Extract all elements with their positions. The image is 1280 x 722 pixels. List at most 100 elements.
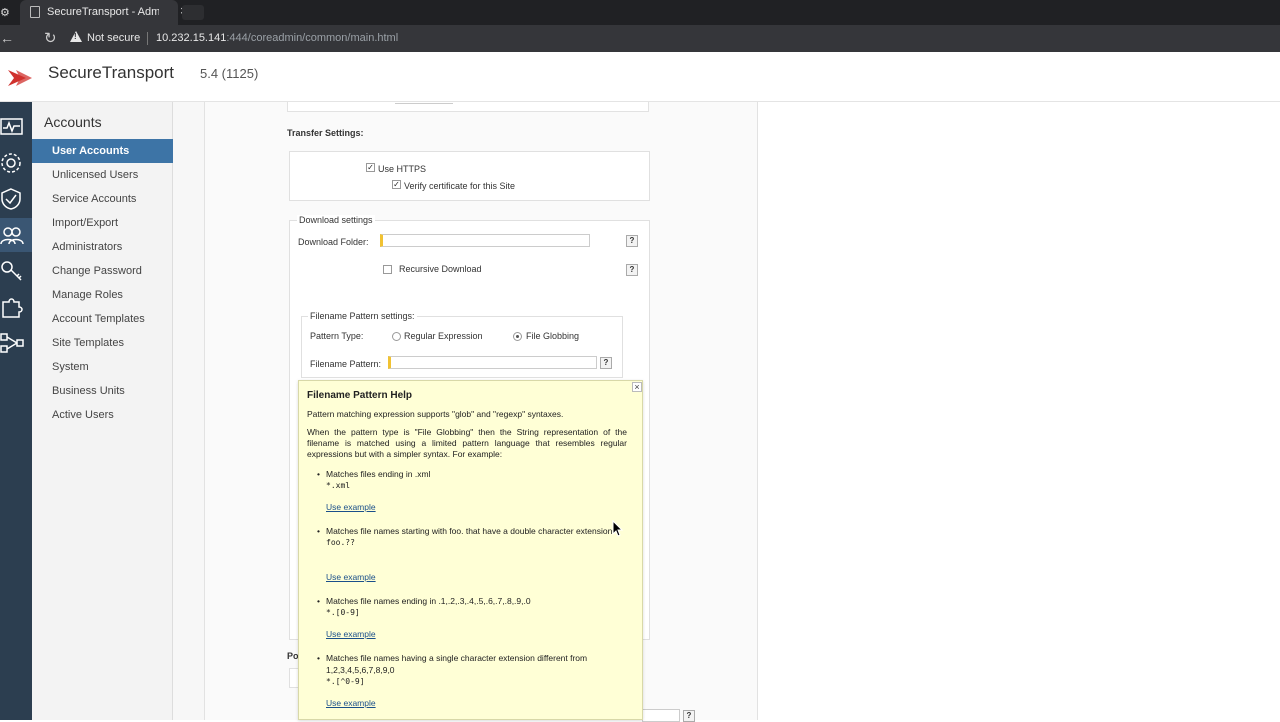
help-example-4: • Matches file names having a single cha… bbox=[317, 652, 626, 688]
help-example-1-use-link[interactable]: Use example bbox=[326, 502, 376, 512]
help-example-4-use-link[interactable]: Use example bbox=[326, 698, 376, 708]
sidebar-item-import-export[interactable]: Import/Export bbox=[32, 211, 173, 235]
tab-search-icon[interactable]: ⚙ bbox=[0, 6, 12, 19]
download-folder-input[interactable] bbox=[380, 234, 590, 247]
url-field[interactable]: 10.232.15.141:444/coreadmin/common/main.… bbox=[156, 32, 398, 44]
address-separator bbox=[147, 32, 148, 45]
key-icon bbox=[1, 261, 22, 281]
rail-monitor[interactable] bbox=[0, 110, 32, 144]
sidebar-title: Accounts bbox=[44, 114, 102, 130]
sidebar-item-active-users[interactable]: Active Users bbox=[32, 403, 173, 427]
browser-tab-bar: ⚙ SecureTransport - Admin × bbox=[0, 0, 1280, 25]
use-https-label: Use HTTPS bbox=[378, 164, 427, 174]
back-arrow-icon[interactable]: ← bbox=[0, 30, 14, 46]
rail-keys[interactable] bbox=[0, 254, 32, 288]
pattern-type-glob-label: File Globbing bbox=[526, 331, 580, 341]
recursive-download-help-button[interactable]: ? bbox=[626, 264, 638, 276]
filename-pattern-settings-legend: Filename Pattern settings: bbox=[308, 311, 417, 321]
url-path: :444/coreadmin/common/main.html bbox=[226, 32, 399, 44]
shield-check-icon bbox=[1, 188, 21, 210]
rail-flows[interactable] bbox=[0, 326, 32, 360]
sidebar-item-system[interactable]: System bbox=[32, 355, 173, 379]
help-popup-intro: Pattern matching expression supports "gl… bbox=[307, 409, 564, 419]
sidebar-item-unlicensed-users[interactable]: Unlicensed Users bbox=[32, 163, 173, 187]
tab-title: SecureTransport - Admin bbox=[47, 6, 159, 18]
browser-tab[interactable]: SecureTransport - Admin × bbox=[20, 0, 188, 25]
help-example-4-text: Matches file names having a single chara… bbox=[326, 653, 588, 675]
settings-gear-icon bbox=[1, 153, 21, 173]
help-example-2-use-link[interactable]: Use example bbox=[326, 572, 376, 582]
partial-input[interactable] bbox=[642, 709, 680, 722]
help-popup-close-icon[interactable]: × bbox=[632, 382, 642, 392]
filename-pattern-help-button[interactable]: ? bbox=[600, 357, 612, 369]
filename-pattern-label: Filename Pattern: bbox=[310, 359, 382, 369]
warning-icon[interactable] bbox=[70, 31, 82, 42]
rail-accounts[interactable] bbox=[0, 218, 32, 252]
verify-certificate-label: Verify certificate for this Site bbox=[404, 181, 516, 191]
icon-rail bbox=[0, 102, 32, 720]
help-example-2-text: Matches file names starting with foo. th… bbox=[326, 526, 613, 536]
help-example-1: • Matches files ending in .xml *.xml bbox=[317, 468, 626, 492]
help-example-3-text: Matches file names ending in .1,.2,.3,.4… bbox=[326, 596, 531, 606]
flow-icon bbox=[0, 333, 24, 353]
previous-section-box bbox=[287, 102, 649, 112]
bullet: • bbox=[317, 526, 320, 536]
reload-icon[interactable]: ↻ bbox=[44, 29, 57, 47]
pattern-type-label: Pattern Type: bbox=[310, 331, 364, 341]
help-popup-description: When the pattern type is "File Globbing"… bbox=[307, 427, 627, 459]
download-folder-label: Download Folder: bbox=[298, 237, 369, 247]
verify-certificate-checkbox[interactable]: ✓ bbox=[392, 180, 401, 189]
new-tab-button[interactable] bbox=[182, 5, 204, 20]
help-example-3: • Matches file names ending in .1,.2,.3,… bbox=[317, 595, 626, 619]
bullet: • bbox=[317, 596, 320, 606]
rail-settings[interactable] bbox=[0, 146, 32, 180]
https-fieldset bbox=[289, 151, 650, 201]
help-example-4-pattern: *.[^0-9] bbox=[326, 677, 365, 686]
pattern-type-regex-label: Regular Expression bbox=[404, 331, 483, 341]
rail-extensions[interactable] bbox=[0, 290, 32, 324]
use-https-checkbox[interactable]: ✓ bbox=[366, 163, 375, 172]
pattern-type-glob-radio[interactable] bbox=[513, 332, 522, 341]
bullet: • bbox=[317, 653, 320, 663]
sidebar-item-manage-roles[interactable]: Manage Roles bbox=[32, 283, 173, 307]
bullet: • bbox=[317, 469, 320, 479]
partial-section-heading: Po bbox=[287, 651, 299, 661]
help-popup-title: Filename Pattern Help bbox=[307, 390, 413, 401]
previous-section-field bbox=[395, 102, 453, 104]
download-folder-help-button[interactable]: ? bbox=[626, 235, 638, 247]
accounts-sidebar: Accounts User Accounts Unlicensed Users … bbox=[32, 102, 173, 720]
filename-pattern-input[interactable] bbox=[388, 356, 597, 369]
sidebar-list: User Accounts Unlicensed Users Service A… bbox=[32, 139, 173, 427]
sidebar-item-site-templates[interactable]: Site Templates bbox=[32, 331, 173, 355]
content-gutter bbox=[173, 102, 205, 720]
partial-help-button[interactable]: ? bbox=[683, 710, 695, 722]
puzzle-icon bbox=[2, 298, 23, 318]
download-settings-legend: Download settings bbox=[297, 215, 375, 225]
sidebar-item-account-templates[interactable]: Account Templates bbox=[32, 307, 173, 331]
app-header: SecureTransport 5.4 (1125) bbox=[0, 52, 1280, 102]
transfer-settings-heading: Transfer Settings: bbox=[287, 128, 364, 138]
sidebar-item-business-units[interactable]: Business Units bbox=[32, 379, 173, 403]
help-example-3-pattern: *.[0-9] bbox=[326, 608, 360, 617]
page-icon bbox=[30, 6, 40, 18]
help-example-3-use-link[interactable]: Use example bbox=[326, 629, 376, 639]
app-name: SecureTransport bbox=[48, 63, 174, 82]
url-host: 10.232.15.141 bbox=[156, 32, 227, 44]
recursive-download-label: Recursive Download bbox=[399, 264, 482, 274]
users-icon bbox=[0, 227, 24, 245]
sidebar-item-administrators[interactable]: Administrators bbox=[32, 235, 173, 259]
mouse-cursor-icon bbox=[612, 520, 624, 537]
help-example-2: • Matches file names starting with foo. … bbox=[317, 525, 626, 549]
monitor-icon bbox=[0, 118, 23, 135]
pattern-type-regex-radio[interactable] bbox=[392, 332, 401, 341]
rail-security[interactable] bbox=[0, 182, 32, 216]
securetransport-logo-icon bbox=[8, 70, 32, 86]
recursive-download-checkbox[interactable] bbox=[383, 265, 392, 274]
security-status[interactable]: Not secure bbox=[87, 32, 140, 44]
sidebar-item-user-accounts[interactable]: User Accounts bbox=[32, 139, 173, 163]
sidebar-item-change-password[interactable]: Change Password bbox=[32, 259, 173, 283]
sidebar-item-service-accounts[interactable]: Service Accounts bbox=[32, 187, 173, 211]
help-example-2-pattern: foo.?? bbox=[326, 538, 355, 547]
app-version: 5.4 (1125) bbox=[200, 66, 259, 81]
help-example-1-text: Matches files ending in .xml bbox=[326, 469, 431, 479]
